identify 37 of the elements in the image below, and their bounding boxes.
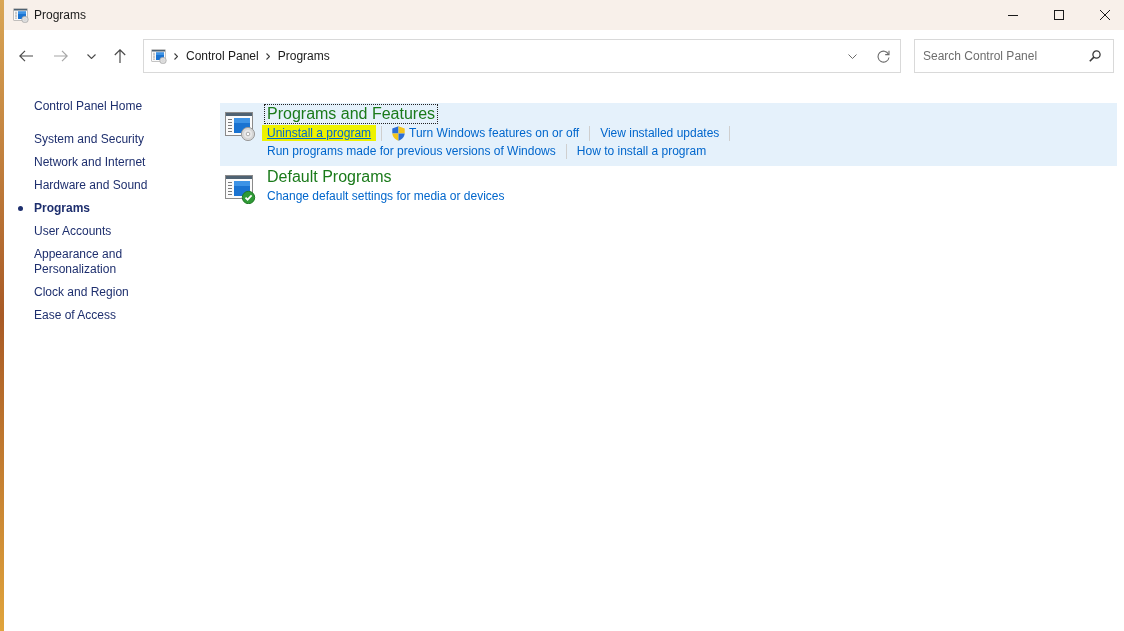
arrow-left-icon	[19, 50, 33, 62]
chevron-down-icon	[847, 53, 857, 59]
arrow-right-icon	[54, 50, 68, 62]
sidebar-link[interactable]: User Accounts	[34, 224, 112, 239]
chevron-right-icon	[265, 52, 270, 60]
address-bar[interactable]: Control Panel Programs	[143, 39, 901, 73]
window-disc-icon	[224, 109, 256, 141]
window-check-icon	[224, 172, 256, 204]
search-icon	[1089, 50, 1101, 62]
task-link[interactable]: Change default settings for media or devices	[267, 188, 505, 204]
sidebar-link[interactable]: Clock and Region	[34, 285, 129, 300]
task-link[interactable]: Turn Windows features on or off	[409, 125, 580, 141]
bullet-icon	[18, 206, 23, 211]
search-field[interactable]: Search Control Panel	[914, 39, 1114, 73]
window-title: Programs	[34, 7, 86, 24]
sidebar-link[interactable]: Hardware and Sound	[34, 178, 148, 193]
close-icon	[1100, 10, 1110, 20]
task-link[interactable]: Run programs made for previous versions of Windows	[267, 143, 556, 159]
maximize-icon	[1054, 10, 1064, 20]
task-link[interactable]: How to install a program	[576, 143, 707, 159]
sidebar-link[interactable]: Appearance and Personalization	[34, 247, 164, 277]
chevron-right-icon	[174, 52, 178, 60]
sidebar-link[interactable]: System and Security	[34, 132, 145, 147]
chevron-down-icon	[86, 53, 96, 59]
sidebar-link[interactable]: Control Panel Home	[34, 99, 143, 114]
task-link[interactable]: Uninstall a program	[262, 125, 377, 141]
minimize-icon	[1008, 14, 1018, 16]
sidebar-link[interactable]: Network and Internet	[34, 155, 146, 170]
arrow-up-icon	[114, 49, 126, 63]
refresh-icon	[876, 49, 890, 63]
sidebar-link[interactable]: Programs	[34, 201, 91, 216]
breadcrumb[interactable]: Programs	[277, 47, 330, 65]
category-title-link[interactable]: Programs and Features	[264, 104, 439, 124]
breadcrumb[interactable]: Control Panel	[186, 47, 259, 65]
sidebar-link[interactable]: Ease of Access	[34, 308, 117, 323]
category-title-link[interactable]: Default Programs	[264, 167, 395, 187]
task-link[interactable]: View installed updates	[600, 125, 720, 141]
